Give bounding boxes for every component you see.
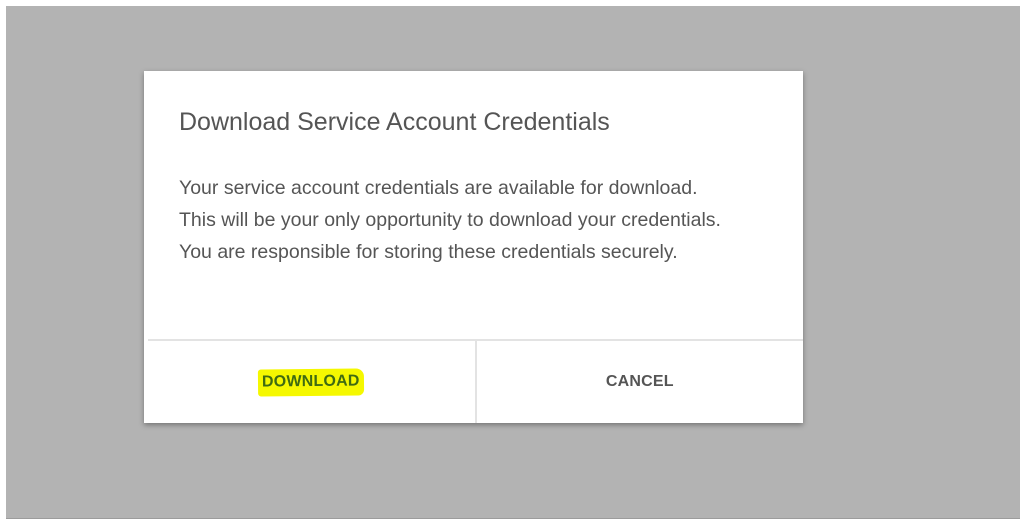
download-credentials-dialog: Download Service Account Credentials You… <box>144 71 803 423</box>
dialog-message: Your service account credentials are ava… <box>179 177 721 263</box>
cancel-button-label: CANCEL <box>605 373 674 390</box>
download-button-label: DOWNLOAD <box>258 367 365 397</box>
dialog-actions: DOWNLOAD CANCEL <box>148 339 803 423</box>
cancel-button[interactable]: CANCEL <box>477 341 804 423</box>
dialog-title: Download Service Account Credentials <box>179 108 610 136</box>
download-button[interactable]: DOWNLOAD <box>148 341 477 423</box>
